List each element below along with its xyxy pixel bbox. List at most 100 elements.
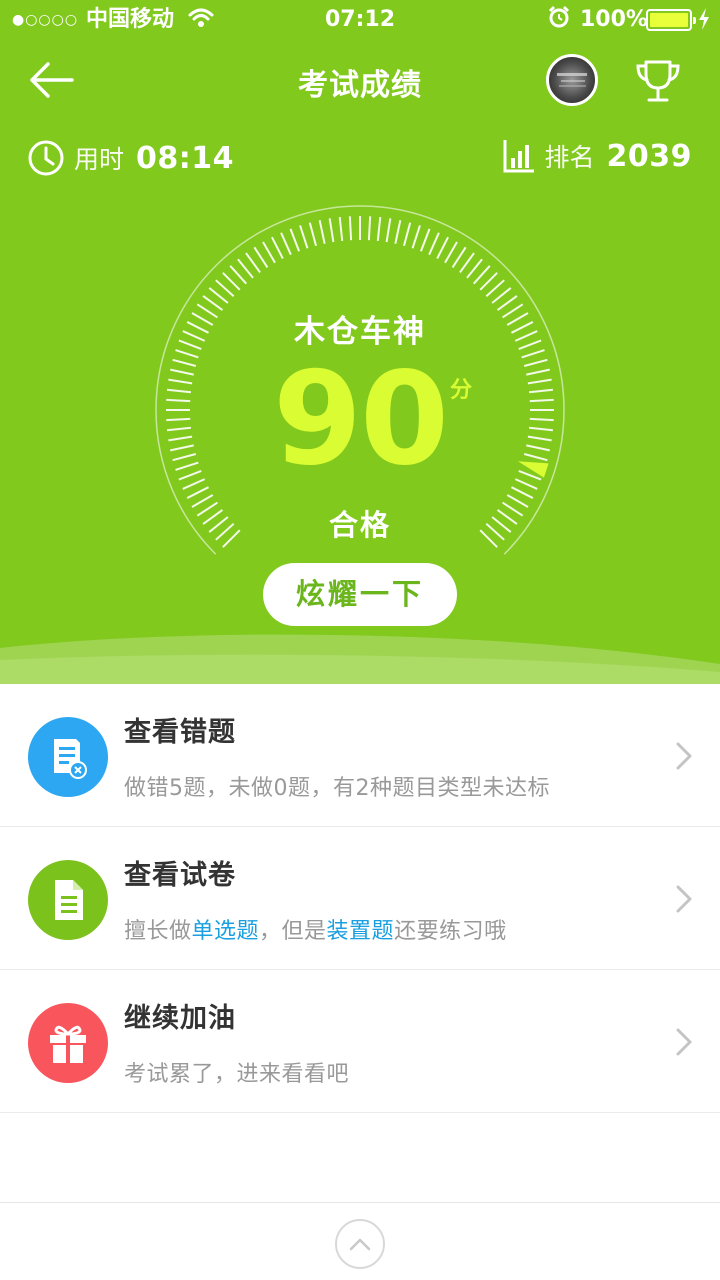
gauge-tick <box>348 216 353 241</box>
gauge-tick <box>527 435 552 442</box>
view-paper-summary: 擅长做单选题，但是装置题还要练习哦 <box>124 913 507 945</box>
time-used-value: 08:14 <box>136 140 235 176</box>
gauge-tick <box>521 349 545 359</box>
gauge-tick <box>394 220 402 244</box>
avatar-image <box>557 73 587 87</box>
status-bar: ●○○○○ 中国移动 07:12 100% <box>0 0 720 40</box>
gauge-tick <box>168 435 193 442</box>
bar-chart-icon <box>503 140 535 173</box>
time-used-label: 用时 <box>74 145 125 174</box>
gauge-tick <box>436 236 449 259</box>
gauge-tick <box>308 222 317 247</box>
gauge-tick <box>526 368 550 376</box>
gauge-tick <box>529 417 554 422</box>
wrong-questions-title: 查看错题 <box>124 717 236 748</box>
gift-icon <box>28 1003 108 1083</box>
gauge-tick <box>175 461 199 471</box>
gauge-tick <box>215 279 235 297</box>
score-gauge: 木仓车神 90 分 合格 <box>0 200 720 580</box>
gauge-tick <box>444 241 458 264</box>
gauge-tick <box>166 426 192 432</box>
gauge-tick <box>376 216 382 242</box>
wrong-questions-icon <box>28 717 108 797</box>
gauge-tick <box>172 453 197 462</box>
list-item-keep-going[interactable]: 继续加油 考试累了，进来看看吧 <box>0 970 720 1113</box>
gauge-tick <box>523 358 548 367</box>
score-unit: 分 <box>450 378 473 403</box>
gauge-tick <box>170 444 194 452</box>
ranking-label: 排名 <box>544 143 595 172</box>
chevron-right-icon <box>676 885 692 913</box>
gauge-tick <box>208 287 229 304</box>
gauge-tick <box>514 478 538 490</box>
share-button[interactable]: 炫耀一下 <box>263 563 457 626</box>
gauge-tick <box>245 252 261 274</box>
gauge-tick <box>186 486 209 499</box>
clock-icon <box>28 140 64 176</box>
list-item-view-paper[interactable]: 查看试卷 擅长做单选题，但是装置题还要练习哦 <box>0 827 720 970</box>
gauge-tick <box>419 228 431 252</box>
gauge-tick <box>262 241 276 264</box>
gauge-tick <box>166 398 191 403</box>
scroll-up-button[interactable] <box>335 1219 385 1269</box>
battery-icon <box>646 9 696 31</box>
gauge-tick <box>411 225 421 249</box>
gauge-tick <box>367 216 372 241</box>
gauge-tick <box>289 228 301 252</box>
gauge-tick <box>229 265 247 285</box>
gauge-tick <box>168 378 193 385</box>
trophy-icon <box>636 60 680 102</box>
nav-bar: 考试成绩 <box>0 50 720 110</box>
view-paper-title: 查看试卷 <box>124 860 236 891</box>
gauge-tick <box>529 398 554 403</box>
chevron-right-icon <box>676 742 692 770</box>
gauge-tick <box>178 469 202 481</box>
gauge-tick <box>318 220 326 244</box>
back-button[interactable] <box>26 58 78 102</box>
alarm-icon <box>548 5 570 37</box>
gauge-tick <box>459 252 475 274</box>
gauge-tick <box>473 265 491 285</box>
gauge-tick <box>385 218 392 243</box>
gauge-tick <box>237 258 254 279</box>
gauge-tick <box>485 279 505 297</box>
bottom-bar <box>0 1202 720 1280</box>
ranking: 排名 2039 <box>502 138 692 174</box>
gauge-tick <box>280 232 292 256</box>
list-item-wrong-questions[interactable]: 查看错题 做错5题，未做0题，有2种题目类型未达标 <box>0 684 720 827</box>
strong-question-type-link[interactable]: 单选题 <box>192 919 260 944</box>
trophy-button[interactable] <box>630 56 686 106</box>
gauge-tick <box>338 216 344 242</box>
gauge-tick <box>166 388 192 394</box>
battery-percent: 100% <box>580 7 648 32</box>
chevron-up-icon <box>349 1238 371 1251</box>
paper-summary-text: ，但是 <box>259 919 327 944</box>
pass-status: 合格 <box>328 508 391 542</box>
chevron-right-icon <box>676 1028 692 1056</box>
gauge-tick <box>428 232 440 256</box>
gauge-tick <box>166 417 191 422</box>
gauge-tick <box>222 272 241 291</box>
gauge-tick <box>511 486 534 499</box>
stats-row: 用时 08:14 排名 2039 <box>0 138 720 184</box>
back-arrow-icon <box>30 62 74 98</box>
gauge-tick <box>328 218 335 243</box>
wrong-questions-summary: 做错5题，未做0题，有2种题目类型未达标 <box>124 776 550 801</box>
weak-question-type-link[interactable]: 装置题 <box>327 919 395 944</box>
gauge-tick <box>528 388 554 394</box>
gauge-tick <box>479 272 498 291</box>
page-title: 考试成绩 <box>298 68 422 103</box>
ranking-value: 2039 <box>606 138 692 174</box>
gauge-tick <box>271 236 284 259</box>
action-list: 查看错题 做错5题，未做0题，有2种题目类型未达标 查看试卷 擅长做单选题，但是… <box>0 684 720 1113</box>
time-used: 用时 08:14 <box>26 138 234 178</box>
gauge-tick <box>466 258 483 279</box>
gauge-tick <box>170 368 194 376</box>
gauge-tick <box>172 358 197 367</box>
gauge-tick <box>523 453 548 462</box>
gauge-tick <box>526 444 550 452</box>
paper-icon <box>28 860 108 940</box>
avatar[interactable] <box>546 54 598 106</box>
gauge-tick <box>182 478 206 490</box>
gauge-tick <box>527 378 552 385</box>
